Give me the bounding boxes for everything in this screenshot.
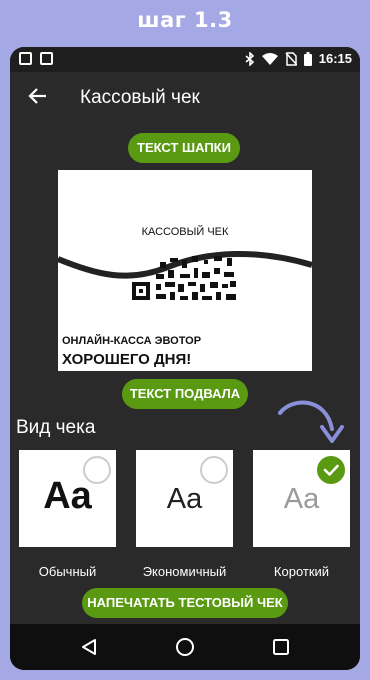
checkmark-icon — [323, 464, 339, 476]
view-option-normal-label: Обычный — [38, 564, 97, 579]
view-option-short-label: Короткий — [273, 564, 330, 579]
font-sample-economy: Aa — [166, 483, 203, 515]
print-test-receipt-button[interactable]: НАПЕЧАТАТЬ ТЕСТОВЫЙ ЧЕК — [82, 588, 288, 618]
home-circle-icon[interactable] — [175, 637, 195, 657]
receipt-farewell: ХОРОШЕГО ДНЯ! — [62, 351, 192, 368]
view-option-short[interactable]: Aa — [253, 450, 350, 547]
phone-screen: 16:15 Кассовый чек ТЕКСТ ШАПКИ КАССОВЫЙ … — [10, 47, 360, 670]
view-option-normal[interactable]: Aa — [19, 450, 116, 547]
step-title: шаг 1.3 — [137, 8, 233, 32]
recent-apps-icon[interactable] — [272, 638, 290, 656]
receipt-title: КАССОВЫЙ ЧЕК — [141, 226, 229, 238]
receipt-view-label: Вид чека — [16, 417, 96, 438]
font-sample-normal: Aa — [43, 475, 92, 517]
curved-arrow-icon — [278, 400, 344, 443]
font-sample-short: Aa — [283, 483, 320, 515]
qr-code-icon — [132, 256, 236, 300]
status-bar: 16:15 — [10, 47, 360, 72]
header-text-button[interactable]: ТЕКСТ ШАПКИ — [128, 133, 240, 163]
wifi-icon — [261, 53, 278, 65]
back-triangle-icon[interactable] — [80, 638, 98, 656]
view-option-economy[interactable]: Aa — [136, 450, 233, 547]
receipt-preview: КАССОВЫЙ ЧЕК ОНЛАЙН-КАССА ЭВОТОР ХОРОШЕГ… — [58, 170, 312, 371]
image-notification-icon — [40, 52, 53, 65]
arrow-left-icon[interactable] — [26, 84, 50, 108]
footer-text-button[interactable]: ТЕКСТ ПОДВАЛА — [122, 379, 248, 409]
receipt-org-name: ОНЛАЙН-КАССА ЭВОТОР — [62, 335, 202, 347]
view-option-economy-label: Экономичный — [142, 564, 227, 579]
bluetooth-icon — [245, 51, 254, 66]
radio-selected[interactable] — [317, 456, 345, 484]
radio-unselected[interactable] — [200, 456, 228, 484]
battery-icon — [303, 51, 312, 66]
app-bar: Кассовый чек — [10, 72, 360, 126]
app-notification-icon — [19, 52, 32, 65]
clock: 16:15 — [318, 51, 352, 66]
no-sim-icon — [285, 51, 297, 66]
android-nav-bar — [10, 624, 360, 670]
page-title: Кассовый чек — [80, 87, 200, 108]
